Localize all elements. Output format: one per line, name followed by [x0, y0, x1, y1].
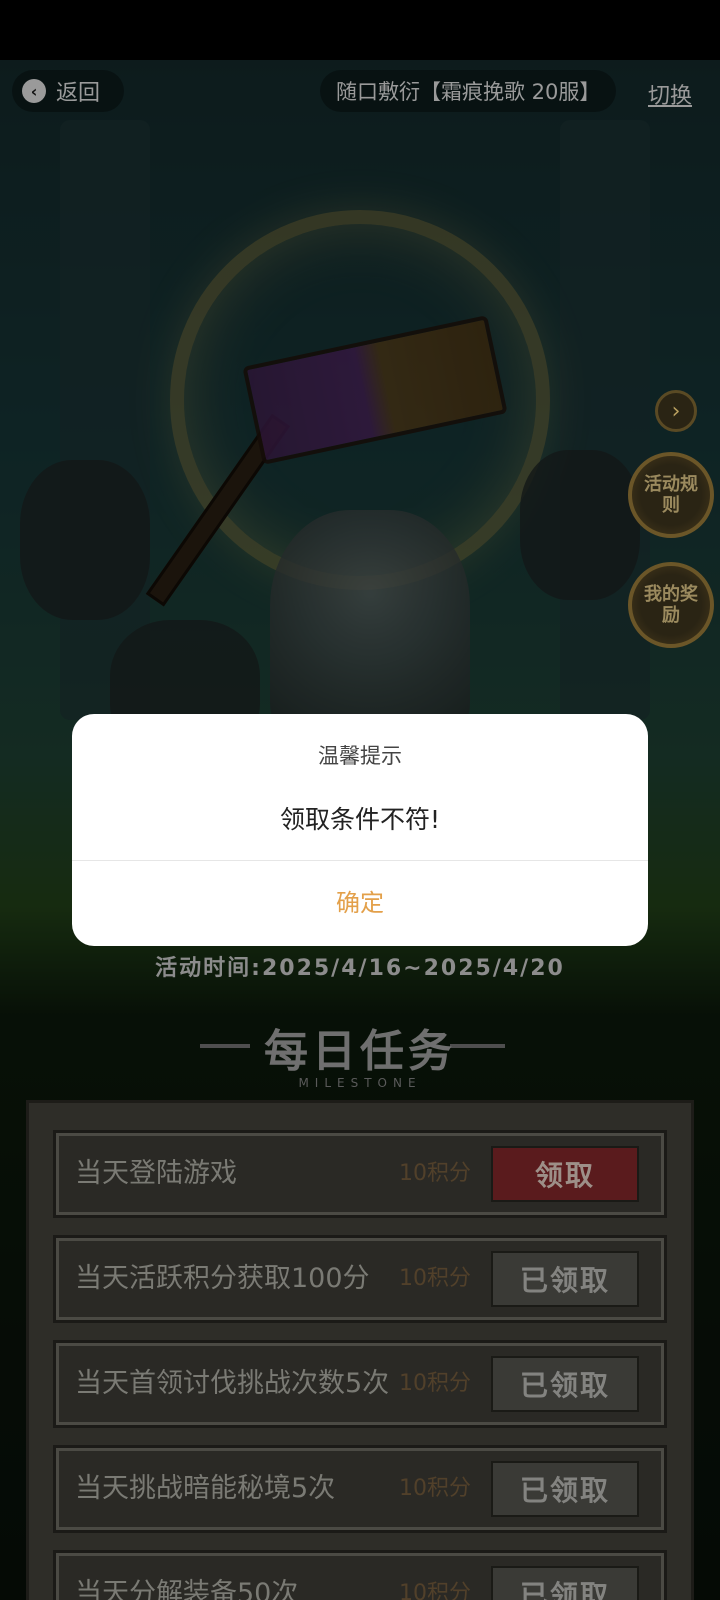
task-points: 10积分 — [399, 1266, 471, 1291]
task-label: 当天首领讨伐挑战次数5次 — [75, 1368, 390, 1399]
task-label: 当天活跃积分获取100分 — [75, 1263, 370, 1294]
server-name: 随口敷衍【霜痕挽歌 20服】 — [336, 80, 601, 104]
claimed-button[interactable]: 已领取 — [491, 1461, 639, 1517]
task-row: 当天登陆游戏 10积分 领取 — [56, 1133, 664, 1215]
task-label: 当天挑战暗能秘境5次 — [75, 1473, 336, 1504]
task-points: 10积分 — [399, 1161, 471, 1186]
task-points: 10积分 — [399, 1371, 471, 1396]
task-row: 当天活跃积分获取100分 10积分 已领取 — [56, 1238, 664, 1320]
daily-tasks-subtitle: MILESTONE — [298, 1076, 422, 1090]
back-button[interactable]: ‹ 返回 — [12, 70, 125, 112]
dialog-message: 领取条件不符! — [279, 805, 441, 834]
claimed-button[interactable]: 已领取 — [491, 1356, 639, 1412]
status-bar — [0, 0, 720, 60]
activity-rules-button[interactable]: 活动规则 — [628, 452, 714, 538]
alert-dialog: 温馨提示 领取条件不符! 确定 — [72, 714, 648, 946]
activity-time: 活动时间:2025/4/16~2025/4/20 — [155, 956, 565, 981]
claimed-button[interactable]: 已领取 — [491, 1251, 639, 1307]
task-points: 10积分 — [399, 1476, 471, 1501]
confirm-button[interactable]: 确定 — [72, 861, 648, 946]
switch-server-link[interactable]: 切换 — [648, 78, 692, 110]
my-rewards-button[interactable]: 我的奖励 — [628, 562, 714, 648]
chevron-right-icon[interactable]: › — [655, 390, 697, 432]
task-label: 当天分解装备50次 — [75, 1578, 299, 1600]
task-row: 当天首领讨伐挑战次数5次 10积分 已领取 — [56, 1343, 664, 1425]
chevron-left-icon: ‹ — [22, 79, 46, 103]
task-label: 当天登陆游戏 — [75, 1158, 237, 1189]
dialog-title: 温馨提示 — [318, 744, 402, 768]
back-label: 返回 — [56, 81, 101, 106]
daily-tasks-title: 每日任务 — [264, 1026, 456, 1077]
task-row: 当天挑战暗能秘境5次 10积分 已领取 — [56, 1448, 664, 1530]
task-row: 当天分解装备50次 10积分 已领取 — [56, 1553, 664, 1600]
task-points: 10积分 — [399, 1581, 471, 1600]
claimed-button[interactable]: 已领取 — [491, 1566, 639, 1600]
server-selector: 随口敷衍【霜痕挽歌 20服】 — [320, 70, 617, 112]
claim-button[interactable]: 领取 — [491, 1146, 639, 1202]
